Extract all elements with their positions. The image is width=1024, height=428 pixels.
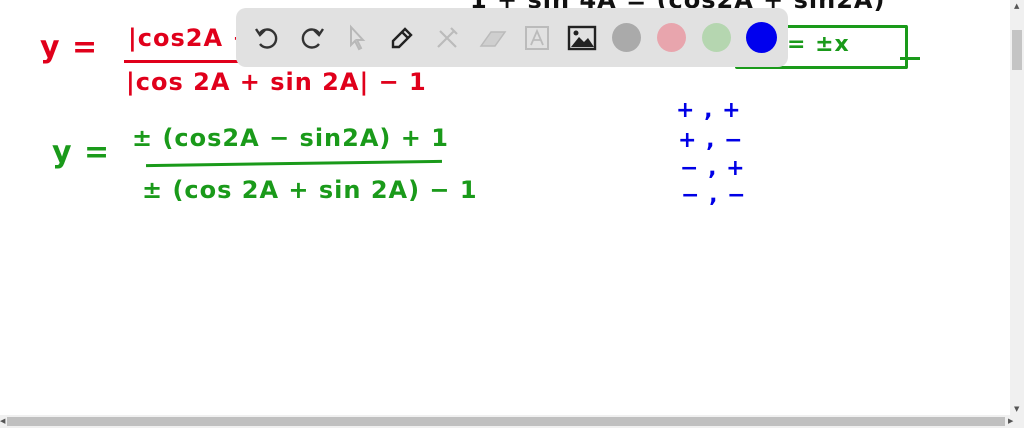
horizontal-scroll-thumb[interactable] [7,417,1005,426]
vertical-scrollbar[interactable]: ▲ ▼ [1010,0,1024,415]
sign-case-1: + , + [676,98,742,123]
eq1-numerator: |cos2A − [128,24,254,52]
color-swatch-blue-selected [746,22,777,53]
eraser-icon[interactable] [473,19,510,56]
redo-icon[interactable] [293,19,330,56]
eq2-denominator: ± (cos 2A + sin 2A) − 1 [142,176,478,204]
eq2-fraction-bar [145,159,443,168]
sign-case-3: − , + [680,156,746,181]
eq1-lhs: y = [40,30,99,65]
eq1-denominator: |cos 2A + sin 2A| − 1 [126,68,427,96]
undo-icon[interactable] [248,19,285,56]
tools-icon[interactable] [428,19,465,56]
boxed-result-text: = ±x [787,32,850,57]
sign-case-2: + , − [678,128,744,153]
scroll-down-arrow-icon[interactable]: ▼ [1014,405,1019,413]
scroll-up-arrow-icon[interactable]: ▲ [1014,2,1019,10]
color-swatch-gray [612,23,641,52]
text-icon[interactable] [518,19,555,56]
eq2-lhs: y = [52,135,111,170]
color-gray-button[interactable] [608,19,645,56]
drawing-toolbar [236,8,788,67]
boxed-underline-tail [900,57,920,60]
eq2-numerator: ± (cos2A − sin2A) + 1 [132,124,449,152]
color-red-button[interactable] [653,19,690,56]
pen-icon[interactable] [383,19,420,56]
vertical-scroll-thumb[interactable] [1012,30,1022,70]
color-blue-button[interactable] [743,19,780,56]
scroll-right-arrow-icon[interactable]: ▶ [1008,417,1013,425]
color-swatch-red [657,23,686,52]
eq1-fraction-bar [124,60,244,63]
pointer-icon[interactable] [338,19,375,56]
color-green-button[interactable] [698,19,735,56]
horizontal-scrollbar[interactable]: ◀ ▶ [0,415,1024,428]
image-icon[interactable] [563,19,600,56]
color-swatch-green [702,23,731,52]
scroll-left-arrow-icon[interactable]: ◀ [0,417,5,425]
sign-case-4: − , − [681,183,747,208]
